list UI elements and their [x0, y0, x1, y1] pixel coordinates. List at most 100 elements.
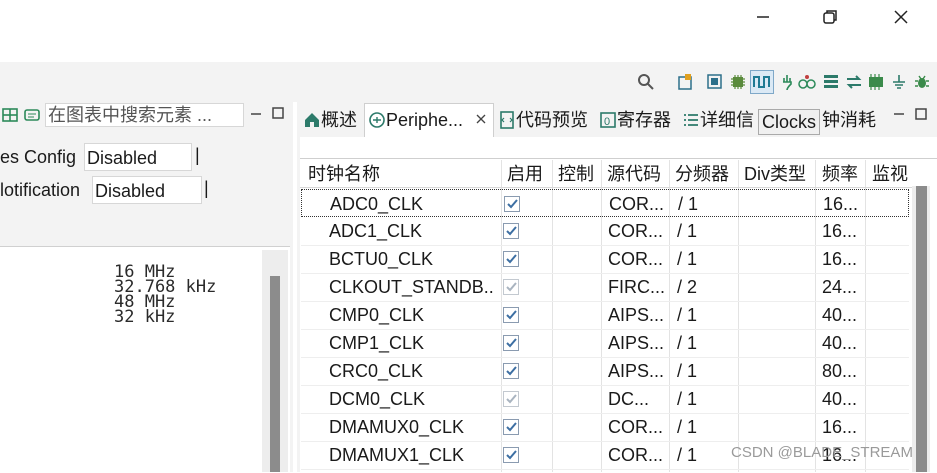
table-row[interactable]: ADC1_CLK COR... / 1 16...	[301, 217, 909, 246]
enable-checkbox[interactable]	[503, 447, 519, 463]
divider-cell[interactable]: / 1	[677, 217, 735, 245]
minimize-view-icon[interactable]	[893, 109, 905, 119]
source-cell[interactable]: COR...	[608, 245, 666, 273]
column-header-name[interactable]: 时钟名称	[308, 160, 380, 188]
clock-name-cell: BCTU0_CLK	[329, 249, 434, 269]
search-icon[interactable]	[637, 73, 655, 91]
tab-details[interactable]: 详细信	[682, 104, 754, 136]
source-cell[interactable]: COR...	[608, 413, 666, 441]
table-row[interactable]: CLKOUT_STANDB... FIRC... / 2 24...	[301, 273, 909, 302]
bug-icon[interactable]	[913, 73, 931, 91]
source-cell[interactable]: DC...	[608, 385, 666, 413]
enable-checkbox[interactable]	[504, 196, 520, 212]
maximize-view-icon[interactable]	[915, 108, 927, 120]
column-header-divider[interactable]: 分频器	[675, 160, 729, 188]
source-cell[interactable]: AIPS...	[608, 329, 666, 357]
enable-checkbox[interactable]	[503, 307, 519, 323]
source-cell[interactable]: COR...	[608, 441, 666, 469]
memory-icon[interactable]	[867, 73, 885, 91]
column-header-source[interactable]: 源代码	[607, 160, 661, 188]
peripheral-icon	[369, 112, 385, 128]
enable-checkbox[interactable]	[503, 335, 519, 351]
table-scroll-thumb[interactable]	[916, 186, 927, 472]
diagram-search-input[interactable]: 在图表中搜索元素 ...	[45, 103, 244, 127]
clock-name-cell: CLKOUT_STANDB...	[329, 277, 494, 297]
column-header-control[interactable]: 控制	[558, 160, 594, 188]
config-label-2: lotification	[0, 180, 81, 200]
enable-checkbox[interactable]	[503, 251, 519, 267]
config-select-2[interactable]: Disabled	[92, 176, 202, 204]
tab-code-preview[interactable]: 代码预览	[498, 104, 588, 136]
source-cell[interactable]: AIPS...	[608, 301, 666, 329]
column-header-div-type[interactable]: Div类型	[744, 160, 806, 188]
column-header-enabled[interactable]: 启用	[507, 160, 543, 188]
peripherals-icon[interactable]	[798, 73, 816, 91]
table-row[interactable]: BCTU0_CLK COR... / 1 16...	[301, 245, 909, 274]
table-row[interactable]: DMAMUX0_CLK COR... / 1 16...	[301, 413, 909, 442]
frequency-cell: 16...	[823, 194, 859, 214]
transfer-icon[interactable]	[845, 73, 863, 91]
chip-icon[interactable]	[729, 73, 747, 91]
clocks-tooltip: Clocks	[758, 109, 820, 135]
clock-name-cell: DCM0_CLK	[329, 389, 426, 409]
minimize-button[interactable]	[748, 4, 778, 30]
minimize-view-icon[interactable]	[250, 109, 262, 119]
table-row[interactable]: CRC0_CLK AIPS... / 1 80...	[301, 357, 909, 386]
tab-peripherals[interactable]: Periphe...	[368, 104, 463, 136]
divider-cell[interactable]: / 2	[677, 273, 735, 301]
table-row[interactable]: DCM0_CLK DC... / 1 40...	[301, 385, 909, 414]
comment-icon[interactable]	[24, 108, 40, 124]
plug-icon[interactable]	[778, 73, 796, 91]
column-header-monitor[interactable]: 监视	[872, 160, 908, 188]
close-button[interactable]	[886, 4, 916, 30]
new-window-icon[interactable]	[676, 73, 694, 91]
tab-clock-consumption[interactable]: 钟消耗	[822, 104, 876, 136]
frequency-cell: 16...	[822, 221, 858, 241]
divider-cell[interactable]: / 1	[677, 357, 735, 385]
enable-checkbox[interactable]	[503, 223, 519, 239]
source-cell[interactable]: COR...	[609, 190, 667, 218]
details-icon	[684, 114, 698, 126]
table-row[interactable]: CMP1_CLK AIPS... / 1 40...	[301, 329, 909, 358]
enable-checkbox[interactable]	[503, 363, 519, 379]
diagram-icon[interactable]	[2, 108, 18, 124]
maximize-view-icon[interactable]	[272, 107, 284, 119]
left-scroll-thumb[interactable]	[270, 276, 280, 472]
divider-cell[interactable]: / 1	[678, 190, 736, 218]
pins-icon[interactable]	[706, 73, 724, 91]
freq-label: 32 kHz	[114, 307, 176, 327]
column-header-frequency[interactable]: 频率	[822, 160, 858, 188]
table-row[interactable]: CMP0_CLK AIPS... / 1 40...	[301, 301, 909, 330]
close-tab-icon[interactable]	[475, 113, 487, 125]
frequency-cell: 40...	[822, 389, 858, 409]
enable-checkbox[interactable]	[503, 391, 519, 407]
tab-label: 详细信	[700, 110, 754, 130]
divider-cell[interactable]: / 1	[677, 441, 735, 469]
frequency-cell: 24...	[822, 277, 858, 297]
minimize-icon	[757, 16, 769, 18]
tab-registers[interactable]: 0 寄存器	[599, 104, 671, 136]
ground-icon[interactable]	[890, 73, 908, 91]
tab-label: 钟消耗	[822, 110, 876, 130]
clocks-tool-button[interactable]	[750, 70, 774, 94]
source-cell[interactable]: FIRC...	[608, 273, 666, 301]
clock-waveform-icon	[753, 76, 770, 88]
source-cell[interactable]: AIPS...	[608, 357, 666, 385]
divider-cell[interactable]: / 1	[677, 413, 735, 441]
divider-cell[interactable]: / 1	[677, 329, 735, 357]
tab-label: 代码预览	[516, 110, 588, 130]
svg-text:0: 0	[604, 116, 610, 128]
restore-icon	[823, 10, 837, 24]
divider-cell[interactable]: / 1	[677, 385, 735, 413]
table-row[interactable]: ADC0_CLK COR... / 1 16...	[301, 189, 909, 217]
divider-cell[interactable]: / 1	[677, 245, 735, 273]
source-cell[interactable]: COR...	[608, 217, 666, 245]
restore-button[interactable]	[815, 4, 845, 30]
config-select-1[interactable]: Disabled	[84, 143, 192, 171]
divider-cell[interactable]: / 1	[677, 301, 735, 329]
tab-overview[interactable]: 概述	[303, 104, 357, 136]
list-view-icon[interactable]	[822, 73, 840, 91]
enable-checkbox[interactable]	[503, 419, 519, 435]
enable-checkbox[interactable]	[503, 279, 519, 295]
frequency-cell: 40...	[822, 333, 858, 353]
